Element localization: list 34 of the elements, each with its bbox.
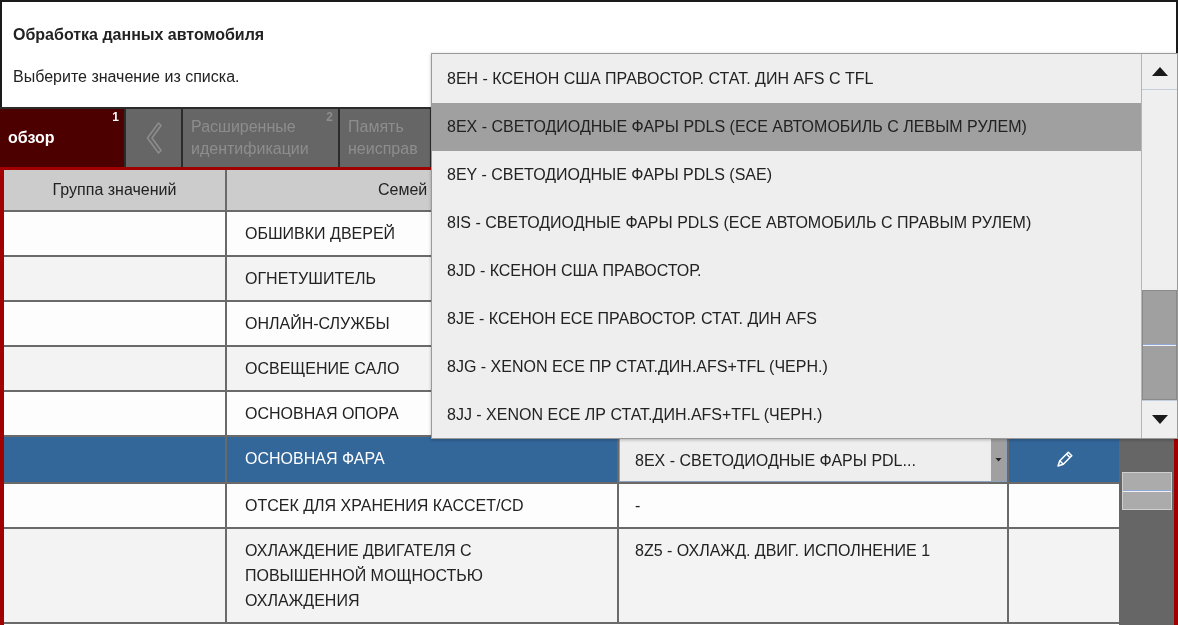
dropdown-option[interactable]: 8IS - СВЕТОДИОДНЫЕ ФАРЫ PDLS (ECE АВТОМОБИЛЬ С ПРАВЫМ РУЛЕМ) [432,199,1141,247]
dropdown-option[interactable]: 8EY - СВЕТОДИОДНЫЕ ФАРЫ PDLS (SAE) [432,151,1141,199]
table-row[interactable]: ОСНОВНАЯ ФАРА 8EX - СВЕТОДИОДНЫЕ ФАРЫ PDL... [4,437,1119,484]
dropdown-option[interactable]: 8JD - КСЕНОН США ПРАВОСТОР. [432,247,1141,295]
family-name: ОСНОВНАЯ ОПОРА [245,405,399,422]
tab[interactable]: обзор 1 [0,109,124,167]
up-arrow-icon [1151,67,1168,76]
table-row[interactable]: ОТСЕК ДЛЯ ХРАНЕНИЯ КАССЕТ/CD - [4,484,1119,529]
family-name: ОБШИВКИ ДВЕРЕЙ [245,225,396,242]
tab-number: 1 [112,110,119,124]
down-arrow-icon [1151,415,1168,424]
scrollbar-thumb[interactable] [1142,290,1177,400]
family-name: ОСНОВНАЯ ФАРА [245,450,385,467]
dropdown-option[interactable]: 8EX - СВЕТОДИОДНЫЕ ФАРЫ PDLS (ECE АВТОМОБИЛЬ С ЛЕВЫМ РУЛЕМ) [432,103,1141,151]
family-name: ОСВЕЩЕНИЕ САЛО [245,360,400,377]
page-title: Обработка данных автомобиля [13,25,265,45]
dropdown-option[interactable]: 8JJ - XENON ECE ЛР СТАТ.ДИН.AFS+TFL (ЧЕРН.) [432,391,1141,439]
family-name: ОГНЕТУШИТЕЛЬ [245,270,376,287]
column-header: Группа значений [52,181,177,198]
column-header: Семей [378,181,428,198]
table-row[interactable]: ОХЛАЖДЕНИЕ ДВИГАТЕЛЯ С ПОВЫШЕННОЙ МОЩНОСТЬЮ ОХЛАЖДЕНИЯ 8Z5 - ОХЛАЖД. ДВИГ. ИСПОЛНЕНИЕ 1 [4,529,1119,624]
chevron-left-icon [145,122,162,154]
family-name: ОХЛАЖДЕНИЕ ДВИГАТЕЛЯ С ПОВЫШЕННОЙ МОЩНОСТЬЮ ОХЛАЖДЕНИЯ [245,542,483,609]
value-text: 8Z5 - ОХЛАЖД. ДВИГ. ИСПОЛНЕНИЕ 1 [635,542,931,559]
instruction-text: Выберите значение из списка. [13,67,240,87]
dropdown-option[interactable]: 8JG - XENON ECE ПР СТАТ.ДИН.AFS+TFL (ЧЕРН.) [432,343,1141,391]
family-name: ОНЛАЙН-СЛУЖБЫ [245,315,390,332]
scrollbar-thumb[interactable] [1122,472,1172,510]
dropdown-option[interactable]: 8JE - КСЕНОН ECE ПРАВОСТОР. СТАТ. ДИН AFS [432,295,1141,343]
value-text: - [635,497,641,514]
value-dropdown[interactable]: 8EX - СВЕТОДИОДНЫЕ ФАРЫ PDL... [619,438,1007,482]
family-name: ОТСЕК ДЛЯ ХРАНЕНИЯ КАССЕТ/CD [245,497,524,514]
pencil-icon[interactable] [1055,450,1073,469]
dropdown-option[interactable]: 8EH - КСЕНОН США ПРАВОСТОР. СТАТ. ДИН AFS С TFL [432,55,1141,103]
